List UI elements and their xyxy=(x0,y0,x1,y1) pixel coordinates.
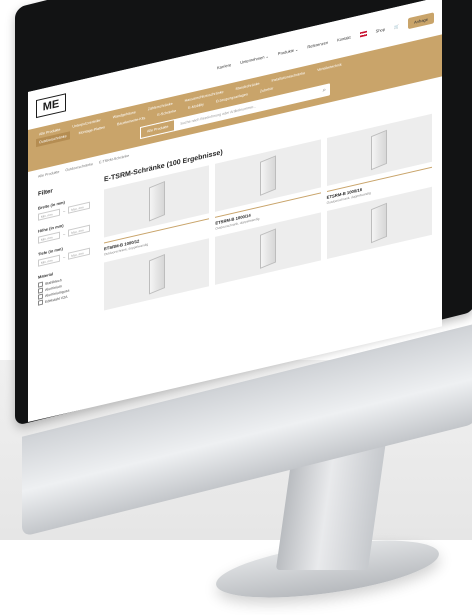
contact-button[interactable]: Anfrage xyxy=(407,11,434,29)
cabinet-icon xyxy=(371,202,388,244)
shop-link[interactable]: Shop xyxy=(376,26,385,33)
cart-icon[interactable]: 🛒 xyxy=(394,23,399,29)
breadcrumb-item[interactable]: Alle Produkte xyxy=(38,170,59,179)
austria-flag-icon[interactable] xyxy=(359,30,367,37)
height-max-input[interactable]: Max. mm xyxy=(68,224,91,237)
nav-unternehmen[interactable]: Unternehmen ⌄ xyxy=(240,53,269,65)
cabinet-icon xyxy=(371,129,388,171)
search-icon[interactable]: ⌕ xyxy=(323,86,330,95)
width-min-input[interactable]: Min. mm xyxy=(38,208,60,221)
range-dash: – xyxy=(63,231,66,237)
nav-produkte[interactable]: Produkte ⌄ xyxy=(278,46,298,56)
filter-sidebar: Filter Breite (in mm) Min. mm – Max. mm … xyxy=(38,170,96,325)
depth-min-input[interactable]: Min. mm xyxy=(38,254,60,267)
nav-kontakt[interactable]: Kontakt xyxy=(337,34,351,42)
depth-max-input[interactable]: Max. mm xyxy=(68,247,91,260)
nav-karriere[interactable]: Karriere xyxy=(217,62,231,70)
width-max-input[interactable]: Max. mm xyxy=(68,201,91,214)
cabinet-icon xyxy=(148,254,165,295)
search-category-select[interactable]: Alle Produkte xyxy=(140,118,176,140)
company-logo[interactable]: ME xyxy=(36,93,66,119)
checkbox-icon[interactable] xyxy=(38,299,43,306)
range-dash: – xyxy=(63,208,66,214)
range-dash: – xyxy=(63,254,66,260)
cabinet-icon xyxy=(148,181,165,222)
cabinet-icon xyxy=(259,228,276,269)
height-min-input[interactable]: Min. mm xyxy=(38,231,60,244)
cabinet-icon xyxy=(259,155,276,196)
nav-referenzen[interactable]: Referenzen xyxy=(307,39,328,49)
